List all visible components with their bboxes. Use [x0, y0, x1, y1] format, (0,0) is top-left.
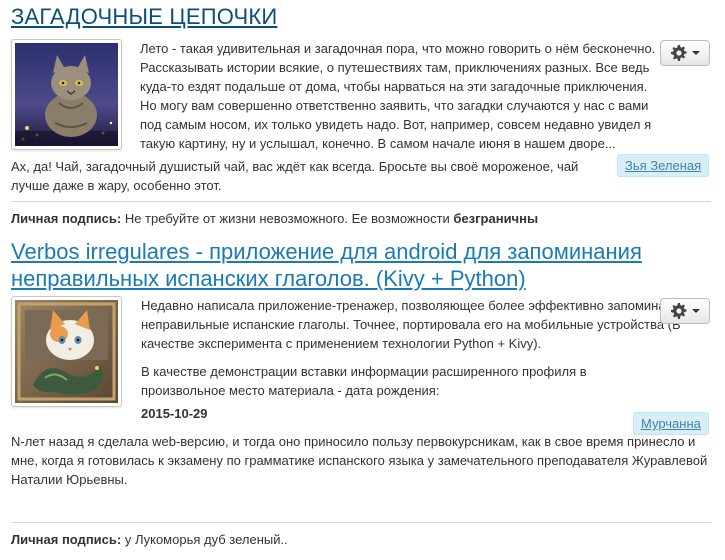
- post-thumbnail[interactable]: [11, 296, 122, 407]
- post-actions-dropdown[interactable]: [660, 298, 710, 324]
- post-thumbnail[interactable]: [11, 39, 122, 150]
- signature-emphasis: безграничны: [453, 211, 539, 226]
- post-title-link[interactable]: Verbos irregulares - приложение для andr…: [11, 238, 711, 292]
- signature-text: Не требуйте от жизни невозможного. Ее во…: [121, 211, 454, 226]
- signature-divider: [11, 522, 711, 523]
- personal-signature: Личная подпись: у Лукоморья дуб зеленый.…: [11, 532, 288, 547]
- gear-icon: [670, 45, 686, 61]
- birth-date-value: 2015-10-29: [141, 406, 208, 421]
- signature-divider: [11, 201, 711, 202]
- post-intro-text: Недавно написала приложение-тренажер, по…: [141, 298, 681, 351]
- profile-note-text: В качестве демонстрации вставки информац…: [141, 364, 587, 398]
- caret-down-icon: [691, 309, 700, 313]
- post-body-text: N-лет назад я сделала web-версию, и тогд…: [11, 434, 708, 487]
- cat-dragon-painting-image: [15, 300, 118, 403]
- post-body-text: Ах, да! Чай, загадочный душистый чай, ва…: [11, 159, 579, 193]
- signature-text: у Лукоморья дуб зеленый..: [121, 532, 288, 547]
- signature-label: Личная подпись:: [11, 211, 122, 226]
- cat-night-city-image: [15, 43, 118, 146]
- post-title-link[interactable]: ЗАГАДОЧНЫЕ ЦЕПОЧКИ: [11, 4, 277, 30]
- post-intro-text: Лето - такая удивительная и загадочная п…: [140, 41, 656, 151]
- author-badge[interactable]: Зья Зеленая: [617, 154, 710, 177]
- post-actions-dropdown[interactable]: [660, 40, 710, 66]
- signature-label: Личная подпись:: [11, 532, 122, 547]
- personal-signature: Личная подпись: Не требуйте от жизни нев…: [11, 211, 538, 226]
- caret-down-icon: [691, 51, 700, 55]
- gear-icon: [670, 303, 686, 319]
